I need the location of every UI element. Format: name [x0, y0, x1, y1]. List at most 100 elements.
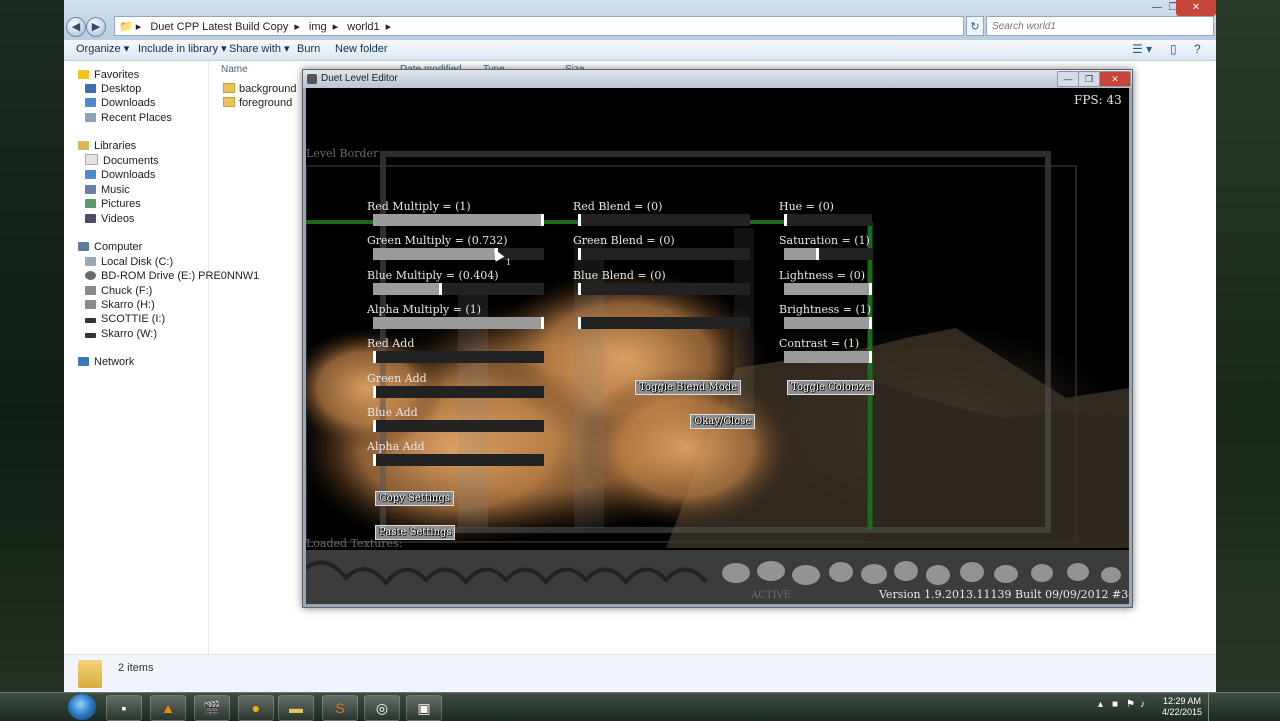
toggle-colorize-button[interactable]: Toggle Colorize	[787, 380, 875, 395]
colorize-slider[interactable]	[784, 351, 872, 364]
slider-knob[interactable]	[869, 282, 872, 295]
list-item[interactable]: foreground	[223, 96, 292, 110]
toggle-blend-mode-button[interactable]: Toggle Blend Mode	[635, 380, 742, 395]
sublime-text-icon[interactable]: S	[322, 695, 358, 721]
slider-knob[interactable]	[373, 351, 376, 364]
show-desktop-button[interactable]	[1208, 693, 1219, 721]
colorize-label: Brightness = (1)	[779, 302, 872, 316]
forward-button[interactable]: ▶	[86, 17, 106, 37]
nav-local-disk[interactable]: Local Disk (C:)	[85, 255, 173, 269]
colorize-slider[interactable]	[784, 282, 872, 295]
chevron-right-icon[interactable]: ▸	[333, 21, 339, 33]
nav-recent-places[interactable]: Recent Places	[85, 111, 172, 125]
blend-slider[interactable]	[578, 316, 750, 329]
colorize-slider[interactable]	[784, 316, 872, 329]
slider-knob[interactable]	[869, 316, 872, 329]
okay-close-button[interactable]: Okay/Close	[690, 414, 756, 429]
multiply-add-slider[interactable]	[373, 248, 544, 261]
slider-knob[interactable]	[373, 385, 376, 398]
view-options-icon[interactable]: ☰ ▾	[1132, 42, 1152, 56]
blend-slider[interactable]	[578, 282, 750, 295]
back-button[interactable]: ◀	[66, 17, 86, 37]
game-viewport[interactable]: FPS: 43 Level Border Red Multiply = (1) G…	[306, 88, 1129, 604]
file-explorer-icon[interactable]: ▬	[278, 695, 314, 721]
show-hidden-icons-icon[interactable]: ▴	[1098, 699, 1103, 710]
chevron-right-icon[interactable]: ▸	[386, 21, 392, 33]
organize-menu[interactable]: Organize ▾	[76, 40, 129, 58]
blend-slider[interactable]	[578, 248, 750, 261]
new-folder-button[interactable]: New folder	[335, 40, 388, 58]
nav-downloads[interactable]: Downloads	[85, 96, 155, 110]
close-button[interactable]: ✕	[1099, 71, 1131, 87]
refresh-icon[interactable]: ↻	[966, 16, 984, 36]
nav-libraries[interactable]: Libraries	[78, 139, 136, 153]
system-clock[interactable]: 12:29 AM 4/22/2015	[1160, 696, 1204, 718]
tray-app-icon[interactable]: ■	[1112, 699, 1118, 710]
slider-knob[interactable]	[578, 282, 581, 295]
start-button[interactable]	[68, 694, 96, 720]
slider-knob[interactable]	[816, 248, 819, 261]
slider-knob[interactable]	[541, 316, 544, 329]
multiply-add-slider[interactable]	[373, 454, 544, 467]
slider-knob[interactable]	[578, 214, 581, 226]
command-prompt-icon[interactable]: ▪	[106, 695, 142, 721]
copy-settings-button[interactable]: Copy Settings	[375, 491, 454, 506]
vlc-icon[interactable]: ▲	[150, 695, 186, 721]
nav-computer[interactable]: Computer	[78, 240, 142, 254]
nav-videos[interactable]: Videos	[85, 212, 134, 226]
multiply-add-slider[interactable]	[373, 385, 544, 398]
action-center-icon[interactable]: ⚑	[1126, 699, 1135, 710]
nav-skarro-h[interactable]: Skarro (H:)	[85, 298, 155, 312]
level-editor-taskbar-icon[interactable]: ▣	[406, 695, 442, 721]
list-item[interactable]: background	[223, 82, 297, 96]
breadcrumb-item[interactable]: Duet CPP Latest Build Copy	[150, 21, 288, 33]
multiply-add-slider[interactable]	[373, 316, 544, 329]
maximize-button[interactable]: ❐	[1078, 71, 1100, 87]
slider-knob[interactable]	[373, 454, 376, 467]
nav-music[interactable]: Music	[85, 183, 130, 197]
minimize-button[interactable]: —	[1057, 71, 1079, 87]
breadcrumb-item[interactable]: img	[309, 21, 327, 33]
level-editor-titlebar[interactable]: Duet Level Editor — ❐ ✕	[303, 70, 1132, 88]
nav-skarro-w[interactable]: Skarro (W:)	[85, 327, 157, 341]
include-in-library-menu[interactable]: Include in library ▾	[138, 40, 227, 58]
address-bar[interactable]: 📁 ▸ Duet CPP Latest Build Copy ▸ img ▸ wor…	[114, 16, 964, 36]
nav-chuck[interactable]: Chuck (F:)	[85, 284, 152, 298]
nav-documents[interactable]: Documents	[85, 154, 159, 168]
multiply-add-slider[interactable]	[373, 214, 544, 226]
video-editor-icon[interactable]: 🎬	[194, 695, 230, 721]
nav-network[interactable]: Network	[78, 355, 134, 369]
headset-app-icon[interactable]: ●	[238, 695, 274, 721]
slider-knob[interactable]	[869, 351, 872, 364]
slider-knob[interactable]	[578, 316, 581, 329]
obs-icon[interactable]: ◎	[364, 695, 400, 721]
multiply-add-slider[interactable]	[373, 282, 544, 295]
colorize-slider[interactable]	[784, 214, 872, 226]
multiply-add-slider[interactable]	[373, 419, 544, 432]
chevron-right-icon[interactable]: ▸	[294, 21, 300, 33]
multiply-add-slider[interactable]	[373, 351, 544, 364]
close-button[interactable]: ✕	[1176, 0, 1216, 16]
fps-counter: FPS: 43	[1074, 93, 1122, 107]
nav-pictures[interactable]: Pictures	[85, 197, 141, 211]
slider-knob[interactable]	[784, 214, 787, 226]
nav-downloads-library[interactable]: Downloads	[85, 168, 155, 182]
column-header-name[interactable]: Name	[221, 64, 248, 75]
slider-knob[interactable]	[578, 248, 581, 261]
volume-icon[interactable]: ♪	[1140, 699, 1145, 710]
help-icon[interactable]: ?	[1194, 42, 1201, 56]
preview-pane-icon[interactable]: ▯	[1170, 42, 1177, 56]
nav-scottie[interactable]: SCOTTIE (I:)	[85, 312, 165, 326]
blend-slider[interactable]	[578, 214, 750, 226]
breadcrumb-item[interactable]: world1	[347, 21, 379, 33]
nav-bd-rom[interactable]: BD-ROM Drive (E:) PRE0NNW1	[85, 269, 259, 283]
slider-knob[interactable]	[541, 214, 544, 226]
nav-favorites[interactable]: Favorites	[78, 68, 139, 82]
nav-desktop[interactable]: Desktop	[85, 82, 141, 96]
search-input[interactable]: Search world1	[986, 16, 1214, 36]
slider-knob[interactable]	[373, 419, 376, 432]
burn-button[interactable]: Burn	[297, 40, 320, 58]
colorize-slider[interactable]	[784, 248, 872, 261]
share-with-menu[interactable]: Share with ▾	[229, 40, 290, 58]
slider-knob[interactable]	[439, 282, 442, 295]
